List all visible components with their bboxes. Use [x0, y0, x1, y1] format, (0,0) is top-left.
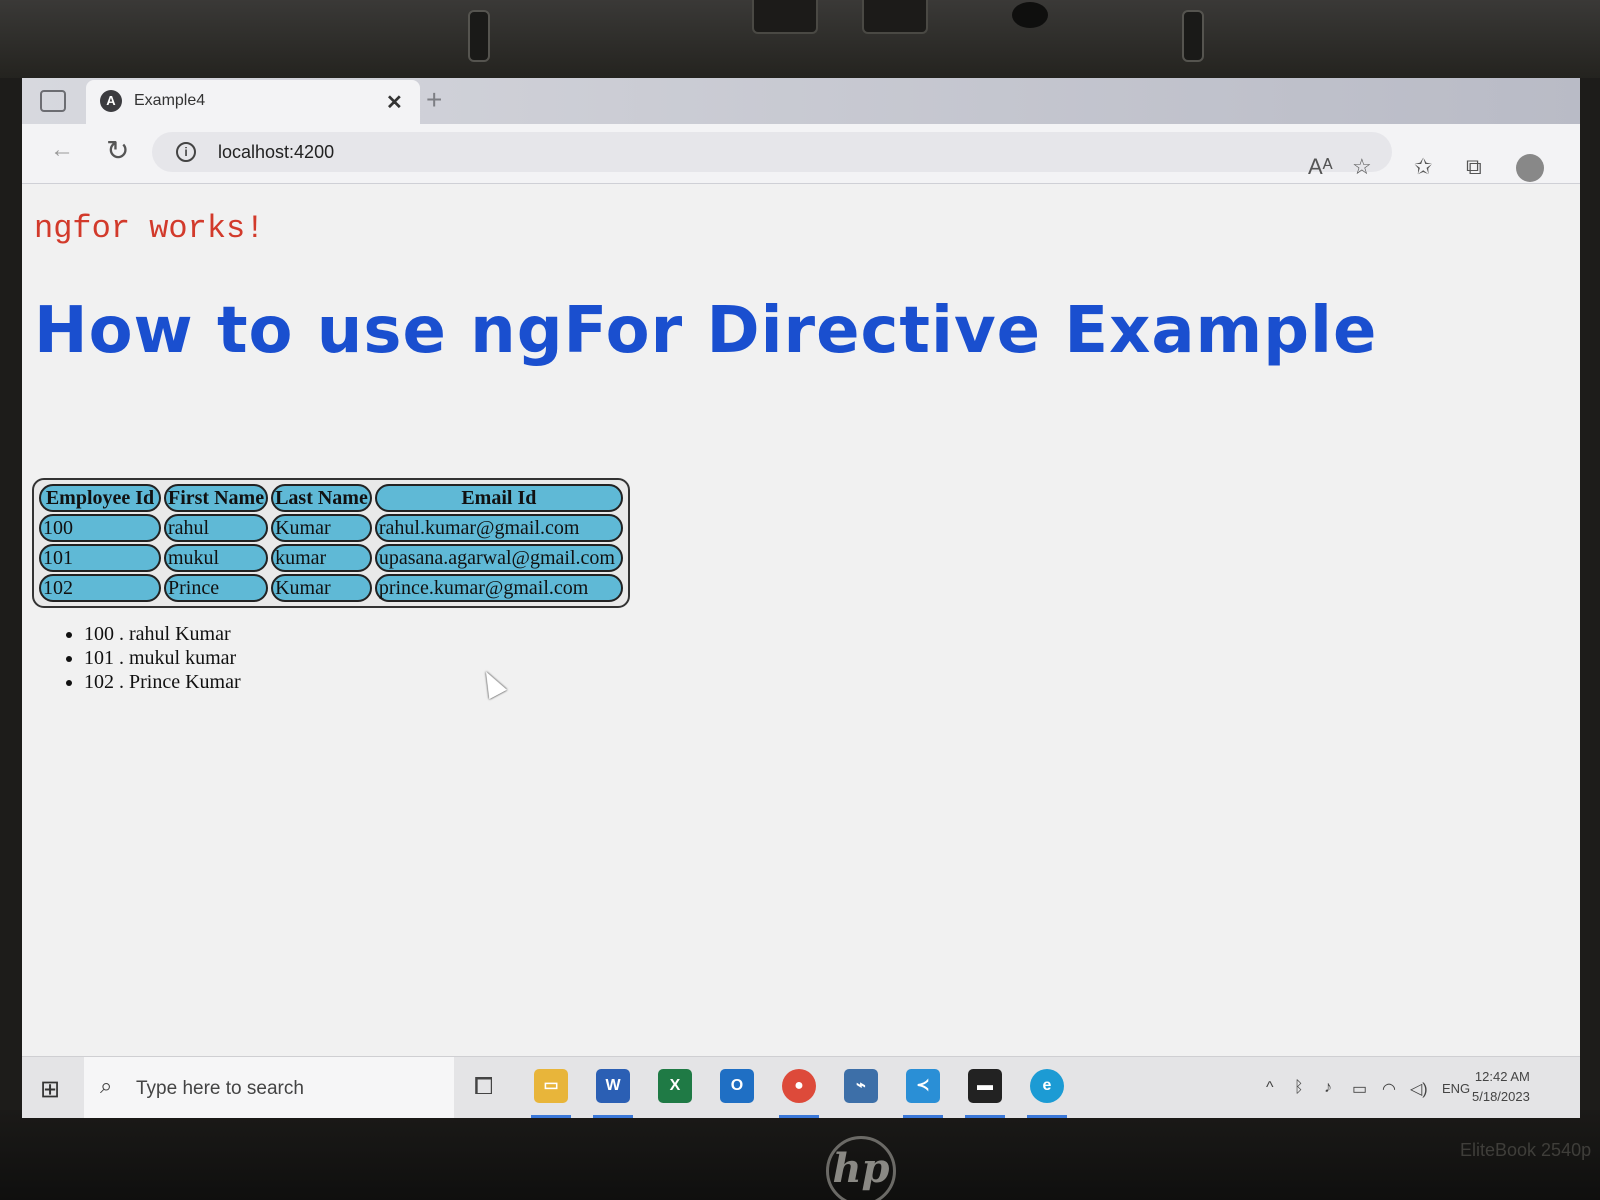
list-item: 102 . Prince Kumar [84, 670, 241, 694]
volume-icon[interactable]: ◁) [1410, 1079, 1428, 1099]
bezel-hinge-left [752, 0, 818, 34]
bezel-latch-left [468, 10, 490, 62]
url-text[interactable]: localhost:4200 [218, 142, 334, 163]
bezel-hinge-right [862, 0, 928, 34]
cell-employee-id: 100 [39, 514, 161, 542]
workbench-icon[interactable]: ⌁ [844, 1069, 878, 1103]
clock-date: 5/18/2023 [1472, 1089, 1530, 1104]
cell-last-name: kumar [271, 544, 372, 572]
list-item: 100 . rahul Kumar [84, 622, 241, 646]
cell-first-name: mukul [164, 544, 269, 572]
collections-icon[interactable]: ⧉ [1466, 154, 1482, 180]
bezel-latch-right [1182, 10, 1204, 62]
cell-last-name: Kumar [271, 574, 372, 602]
tab-actions-icon[interactable] [40, 90, 66, 112]
table-row: 101 mukul kumar upasana.agarwal@gmail.co… [39, 544, 623, 572]
tab-title: Example4 [134, 92, 206, 109]
active-app-indicator [1027, 1115, 1067, 1118]
word-icon[interactable]: W [596, 1069, 630, 1103]
edge-icon[interactable]: e [1030, 1069, 1064, 1103]
table-header-row: Employee Id First Name Last Name Email I… [39, 484, 623, 512]
browser-tabbar: A Example4 ✕ + [22, 78, 1580, 124]
chrome-icon[interactable]: ● [782, 1069, 816, 1103]
cell-email: rahul.kumar@gmail.com [374, 514, 623, 542]
header-last-name: Last Name [271, 484, 372, 512]
active-app-indicator [531, 1115, 571, 1118]
language-indicator[interactable]: ENG [1442, 1081, 1470, 1096]
taskbar-clock[interactable]: 12:42 AM 5/18/2023 [1472, 1067, 1530, 1107]
windows-taskbar: ⊞ ⌕ Type here to search ⧠ ▭ W X O ● ⌁ ≺ … [22, 1056, 1580, 1118]
bluetooth-icon[interactable]: ᛒ [1294, 1079, 1304, 1097]
address-bar[interactable]: i localhost:4200 [152, 132, 1392, 172]
list-item: 101 . mukul kumar [84, 646, 241, 670]
new-tab-button[interactable]: + [426, 84, 442, 116]
read-aloud-icon[interactable]: Aᴬ [1308, 154, 1333, 180]
cell-email: upasana.agarwal@gmail.com [374, 544, 623, 572]
browser-toolbar: ← ↻ i localhost:4200 Aᴬ ☆ ✩ ⧉ [22, 124, 1580, 184]
windows-start-icon[interactable]: ⊞ [40, 1075, 60, 1104]
search-placeholder[interactable]: Type here to search [136, 1078, 304, 1100]
header-first-name: First Name [164, 484, 269, 512]
active-app-indicator [965, 1115, 1005, 1118]
laptop-right-bezel [1580, 78, 1600, 1118]
page-title: How to use ngFor Directive Example [34, 294, 1378, 368]
file-explorer-icon[interactable]: ▭ [534, 1069, 568, 1103]
employee-list: 100 . rahul Kumar 101 . mukul kumar 102 … [84, 622, 241, 694]
table-row: 102 Prince Kumar prince.kumar@gmail.com [39, 574, 623, 602]
active-app-indicator [903, 1115, 943, 1118]
cell-email: prince.kumar@gmail.com [374, 574, 623, 602]
tray-chevron-icon[interactable]: ^ [1266, 1079, 1274, 1097]
mouse-cursor-icon [477, 666, 507, 700]
site-info-icon[interactable]: i [176, 142, 196, 162]
vscode-icon[interactable]: ≺ [906, 1069, 940, 1103]
model-label: EliteBook 2540p [1460, 1140, 1592, 1160]
laptop-top-bezel [0, 0, 1600, 78]
profile-avatar[interactable] [1516, 154, 1544, 182]
screen: A Example4 ✕ + ← ↻ i localhost:4200 Aᴬ ☆… [22, 78, 1580, 1118]
add-favorite-icon[interactable]: ☆ [1352, 154, 1372, 180]
laptop-left-bezel [0, 78, 22, 1118]
hp-logo: hp [826, 1136, 896, 1200]
table-row: 100 rahul Kumar rahul.kumar@gmail.com [39, 514, 623, 542]
close-tab-icon[interactable]: ✕ [386, 90, 403, 115]
header-employee-id: Employee Id [39, 484, 161, 512]
active-app-indicator [593, 1115, 633, 1118]
microphone-icon[interactable]: ♪ [1324, 1079, 1332, 1097]
taskbar-search[interactable]: ⌕ Type here to search [84, 1057, 454, 1118]
clock-time: 12:42 AM [1474, 1069, 1530, 1084]
cell-first-name: Prince [164, 574, 269, 602]
search-icon: ⌕ [100, 1073, 113, 1098]
task-view-icon[interactable]: ⧠ [474, 1073, 493, 1101]
employee-table: Employee Id First Name Last Name Email I… [32, 478, 630, 608]
cell-last-name: Kumar [271, 514, 372, 542]
page-content: ngfor works! How to use ngFor Directive … [22, 186, 1580, 1056]
tab-example4[interactable]: A Example4 ✕ [86, 80, 420, 124]
cell-employee-id: 101 [39, 544, 161, 572]
excel-icon[interactable]: X [658, 1069, 692, 1103]
webcam [1012, 2, 1048, 28]
outlook-icon[interactable]: O [720, 1069, 754, 1103]
ngfor-works-text: ngfor works! [34, 210, 265, 247]
reload-icon[interactable]: ↻ [106, 134, 129, 167]
back-icon[interactable]: ← [50, 136, 74, 164]
favorites-icon[interactable]: ✩ [1414, 154, 1432, 180]
active-app-indicator [779, 1115, 819, 1118]
laptop-bottom-bezel [0, 1110, 1600, 1200]
terminal-icon[interactable]: ▬ [968, 1069, 1002, 1103]
header-email-id: Email Id [374, 484, 623, 512]
battery-icon[interactable]: ▭ [1352, 1079, 1367, 1099]
cell-first-name: rahul [164, 514, 269, 542]
angular-icon: A [100, 90, 122, 112]
cell-employee-id: 102 [39, 574, 161, 602]
wifi-icon[interactable]: ◠ [1382, 1079, 1396, 1099]
